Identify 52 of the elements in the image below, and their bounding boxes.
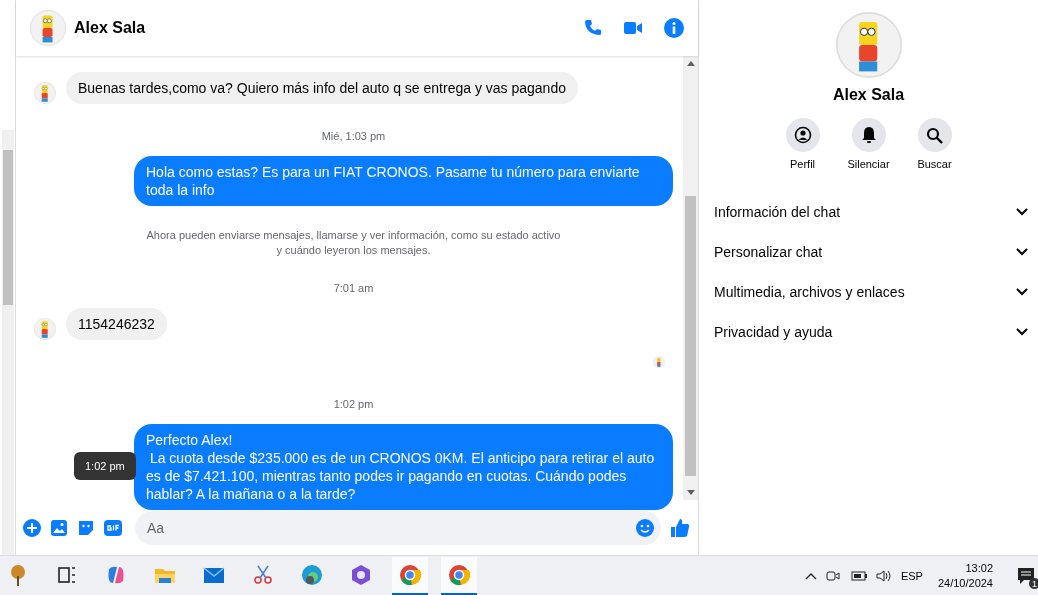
chrome-icon[interactable] [398, 563, 422, 587]
section-header[interactable]: Privacidad y ayuda [713, 312, 1028, 352]
sticker-icon[interactable] [77, 518, 95, 537]
contact-name: Alex Sala [832, 86, 905, 104]
thumbs-up-icon[interactable] [670, 517, 690, 538]
message-time: 7:01 am [333, 282, 374, 294]
section-header[interactable]: Multimedia, archivos y enlaces [713, 272, 1028, 312]
info-icon[interactable] [664, 18, 684, 38]
video-camera-icon[interactable] [624, 21, 642, 35]
seen-avatar [653, 356, 665, 368]
profile-avatar [835, 12, 902, 78]
chevron-icon [1016, 208, 1028, 216]
contact-avatar [30, 10, 66, 46]
search-icon [926, 126, 943, 144]
camera-icon[interactable] [825, 569, 840, 583]
gif-icon[interactable] [104, 518, 122, 537]
chevron-icon [1016, 288, 1028, 296]
bell-icon [860, 126, 877, 144]
contact-name[interactable]: Alex Sala [74, 19, 576, 37]
chrome-icon[interactable] [447, 563, 471, 587]
time-tooltip: 1:02 pm [74, 452, 136, 480]
message-input[interactable]: Aa [135, 510, 661, 545]
chevron-icon [1016, 248, 1028, 256]
message-bubble: Perfecto Alex! La cuota desde $235.000 es de un CRONOS 0KM. El anticipo para retirar el auto es de $7.421.100, mientras tanto podes ir pagando en cuotas. Cuándo podes hablar? A la mañana o a la tarde? [134, 424, 673, 510]
scrollbar[interactable] [683, 56, 698, 500]
language-indicator[interactable]: ESP [900, 570, 923, 582]
office-icon[interactable] [349, 563, 373, 587]
avatar [34, 82, 56, 104]
plus-icon[interactable] [23, 518, 41, 537]
chevron-icon [1016, 328, 1028, 336]
battery-icon[interactable] [848, 570, 867, 582]
scissors-icon[interactable] [251, 563, 275, 587]
message-bubble: 1154246232 [66, 308, 167, 340]
scrollbar[interactable] [1, 130, 14, 555]
message-time: 1:02 pm [333, 398, 374, 410]
chat-notice: Ahora pueden enviarse mensajes, llamarse y ver información, como su estado activo y cuándo leyeron los mensajes. [146, 228, 561, 258]
image-icon[interactable] [50, 518, 68, 537]
notification-badge: 1 [1029, 578, 1038, 589]
message-bubble: Buenas tardes,como va? Quiero más info del auto q se entrega y vas pagando [66, 72, 578, 104]
chevron-up-icon[interactable] [804, 572, 817, 580]
section-header[interactable]: Información del chat [713, 192, 1028, 232]
message-time: Mié, 1:03 pm [321, 130, 386, 142]
phone-icon[interactable] [584, 19, 602, 37]
volume-icon[interactable] [875, 569, 892, 583]
clock[interactable]: 13:02 24/10/2024 [937, 561, 993, 591]
section-header[interactable]: Personalizar chat [713, 232, 1028, 272]
avatar [34, 318, 56, 340]
notification-icon[interactable] [1016, 566, 1036, 586]
message-bubble: Hola como estas? Es para un FIAT CRONOS. Pasame tu número para enviarte toda la info [134, 156, 673, 206]
profile-icon [793, 126, 812, 144]
emoji-icon[interactable] [636, 518, 654, 537]
edge-icon[interactable] [300, 563, 324, 587]
